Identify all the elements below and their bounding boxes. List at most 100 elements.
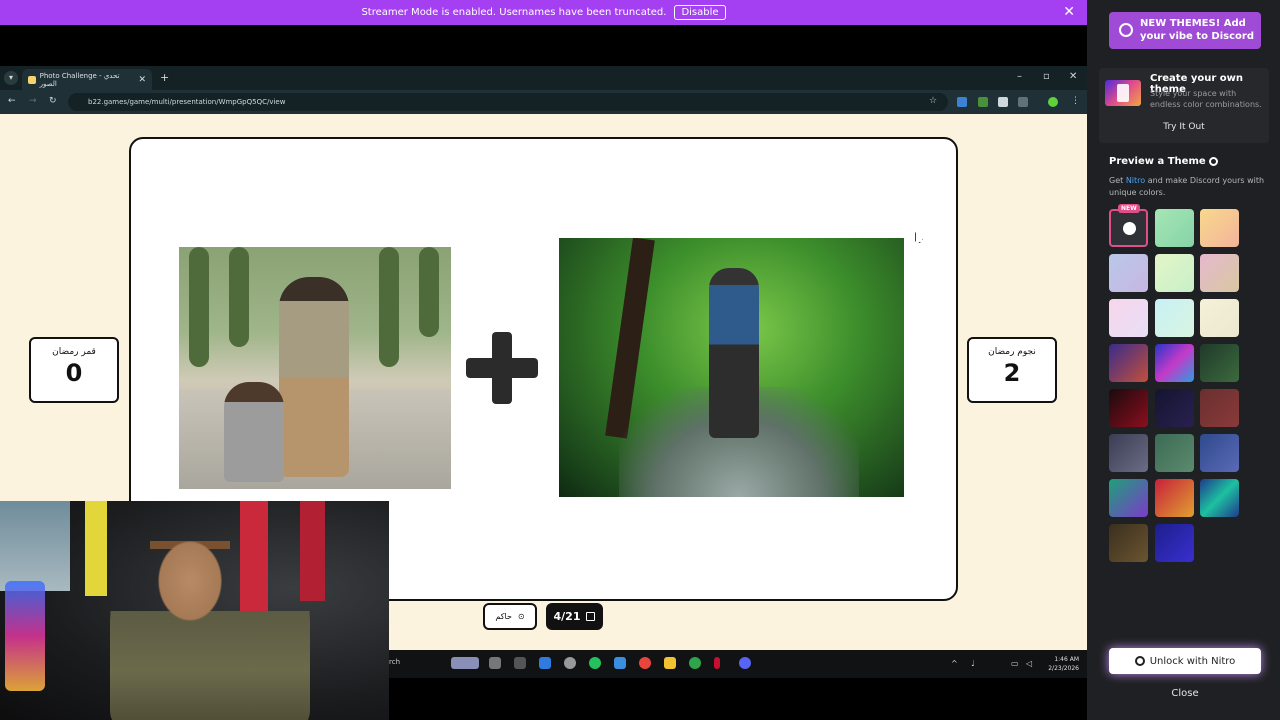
extensions-puzzle-icon[interactable] [1018, 97, 1028, 107]
minimize-icon[interactable]: – [1017, 71, 1022, 82]
theme-swatch[interactable] [1109, 524, 1148, 562]
right-team-score: 2 [1003, 359, 1021, 387]
try-it-out-button[interactable]: Try It Out [1099, 122, 1269, 132]
right-team-score-card: نجوم رمضان 2 [967, 337, 1057, 403]
browser-tab[interactable]: Photo Challenge - تحدي الصور ✕ [22, 69, 152, 90]
create-theme-desc: Style your space with endless color comb… [1150, 89, 1262, 109]
discord-icon[interactable] [739, 657, 751, 669]
favicon-icon [28, 75, 36, 84]
theme-swatch[interactable] [1155, 524, 1194, 562]
theme-swatch[interactable] [1109, 389, 1148, 427]
close-tab-icon[interactable]: ✕ [138, 75, 146, 85]
system-clock[interactable]: 1:46 AM 2/23/2026 [1048, 655, 1079, 673]
disable-streamer-mode-button[interactable]: Disable [674, 5, 726, 20]
address-bar: ← → ↻ b22.games/game/multi/presentation/… [0, 90, 1087, 114]
file-explorer-icon[interactable] [664, 657, 676, 669]
theme-swatch[interactable] [1200, 389, 1239, 427]
reload-icon[interactable]: ↻ [49, 96, 57, 106]
settings-icon[interactable] [564, 657, 576, 669]
tab-title: Photo Challenge - تحدي الصور [39, 71, 120, 88]
close-window-icon[interactable]: ✕ [1069, 71, 1077, 82]
xbox-icon[interactable] [689, 657, 701, 669]
theme-swatch[interactable] [1200, 479, 1239, 517]
windows-taskbar: rch ^ ♩ ▭ ◁ 1:46 AM 2/23/2026 [389, 650, 1087, 678]
create-theme-card: Create your own theme Style your space w… [1099, 68, 1269, 143]
clock-date: 2/23/2026 [1048, 665, 1079, 672]
back-icon[interactable]: ← [8, 96, 16, 106]
image-icon [586, 612, 596, 621]
preview-theme-title: Preview a Theme [1109, 156, 1206, 167]
judge-button[interactable]: حاكم ⊙ [483, 603, 537, 630]
unlock-with-nitro-button[interactable]: Unlock with Nitro [1109, 648, 1261, 674]
close-button[interactable]: Close [1109, 688, 1261, 702]
preview-theme-desc: Get Nitro and make Discord yours with un… [1109, 175, 1269, 199]
streamer-mode-message: Streamer Mode is enabled. Usernames have… [361, 7, 667, 18]
unlock-label: Unlock with Nitro [1149, 655, 1236, 667]
theme-swatch[interactable] [1109, 344, 1148, 382]
theme-swatch[interactable] [1109, 299, 1148, 337]
theme-swatch[interactable] [1200, 299, 1239, 337]
theme-swatch[interactable] [1200, 209, 1239, 247]
theme-swatch[interactable] [1200, 254, 1239, 292]
theme-swatch[interactable] [1109, 254, 1148, 292]
theme-swatch[interactable] [1155, 389, 1194, 427]
copilot-icon[interactable] [539, 657, 551, 669]
store-icon[interactable] [614, 657, 626, 669]
bookmark-star-icon[interactable]: ☆ [929, 96, 937, 106]
preview-theme-heading: Preview a Theme [1109, 156, 1218, 167]
preview-desc-prefix: Get [1109, 176, 1126, 185]
theme-swatch[interactable] [1155, 344, 1194, 382]
app-icon[interactable] [714, 657, 720, 669]
plus-icon [466, 332, 538, 404]
nitro-icon [1134, 656, 1145, 666]
profile-avatar[interactable] [1048, 97, 1058, 107]
theme-swatch[interactable] [1155, 254, 1194, 292]
theme-swatch[interactable] [1200, 344, 1239, 382]
slide-counter-text: 4/21 [553, 610, 581, 623]
theme-swatch[interactable] [1109, 479, 1148, 517]
extension-icon[interactable] [978, 97, 988, 107]
palette-icon [1123, 222, 1136, 235]
theme-editor-thumbnail [1105, 80, 1141, 106]
theme-swatch[interactable] [1155, 299, 1194, 337]
url-field[interactable]: b22.games/game/multi/presentation/WmpGpQ… [68, 93, 948, 111]
photo-helping-hand [179, 247, 451, 489]
timer-icon: ⊙ [517, 612, 525, 621]
volume-icon[interactable]: ◁ [1026, 659, 1032, 668]
theme-swatch[interactable] [1109, 434, 1148, 472]
whatsapp-icon[interactable] [589, 657, 601, 669]
forward-icon[interactable]: → [29, 96, 37, 106]
left-team-name: قمر رمضان [52, 347, 96, 357]
tray-chevron-icon[interactable]: ^ [951, 659, 958, 668]
theme-swatch[interactable] [1200, 434, 1239, 472]
shield-icon[interactable] [998, 97, 1008, 107]
url-text: b22.games/game/multi/presentation/WmpGpQ… [88, 98, 286, 106]
nitro-icon [1208, 157, 1218, 166]
close-banner-icon[interactable]: ✕ [1063, 4, 1075, 20]
new-tab-icon[interactable]: + [160, 71, 169, 84]
microphone-icon[interactable]: ♩ [971, 659, 975, 668]
network-icon[interactable]: ▭ [1011, 659, 1019, 668]
new-badge: NEW [1118, 204, 1140, 213]
nitro-link[interactable]: Nitro [1126, 176, 1145, 185]
app-icon[interactable] [514, 657, 526, 669]
task-view-icon[interactable] [489, 657, 501, 669]
theme-swatch[interactable] [1155, 479, 1194, 517]
tab-search-icon[interactable]: ▾ [4, 71, 18, 85]
streamer-mode-banner: Streamer Mode is enabled. Usernames have… [0, 0, 1087, 25]
widget-icon[interactable] [451, 657, 479, 669]
taskbar-search[interactable]: rch [389, 658, 400, 666]
left-team-score-card: قمر رمضان 0 [29, 337, 119, 403]
menu-icon[interactable]: ⋮ [1071, 96, 1080, 106]
theme-swatch[interactable] [1155, 434, 1194, 472]
webcam-feed [0, 501, 389, 720]
maximize-icon[interactable]: ▫ [1043, 71, 1050, 82]
nitro-icon [1119, 23, 1133, 37]
screen: Streamer Mode is enabled. Usernames have… [0, 0, 1280, 720]
chrome-icon[interactable] [639, 657, 651, 669]
new-themes-banner: NEW THEMES! Add your vibe to Discord [1109, 12, 1261, 49]
theme-swatch[interactable] [1155, 209, 1194, 247]
clock-time: 1:46 AM [1054, 656, 1079, 663]
extension-icon[interactable] [957, 97, 967, 107]
promo-text: NEW THEMES! Add your vibe to Discord [1140, 18, 1254, 42]
